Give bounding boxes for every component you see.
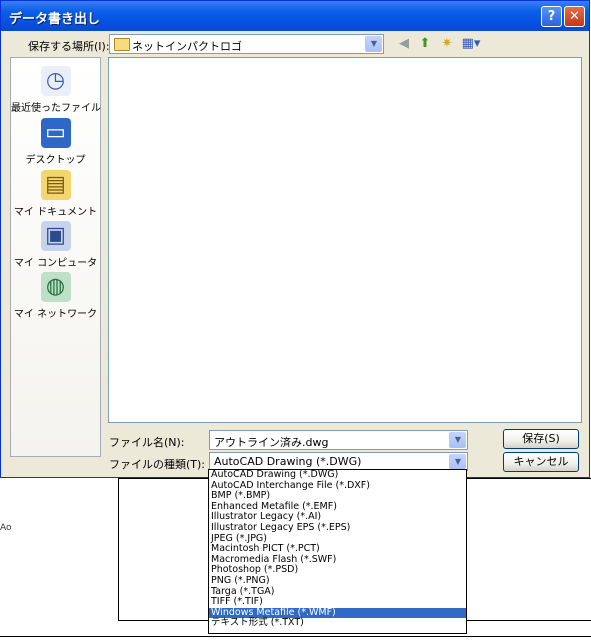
close-button[interactable]: ✕ <box>564 6 585 27</box>
filetype-option[interactable]: Illustrator Legacy EPS (*.EPS) <box>209 522 466 534</box>
save-button[interactable]: 保存(S) <box>503 429 579 449</box>
recent-files-icon: ◷ <box>40 66 71 96</box>
file-list[interactable] <box>108 57 582 423</box>
desktop-icon: ▭ <box>40 118 71 148</box>
filetype-dropdown-list[interactable]: AutoCAD Drawing (*.DWG) AutoCAD Intercha… <box>208 469 467 634</box>
chevron-down-icon[interactable]: ▼ <box>365 36 382 52</box>
places-bar: ◷ 最近使ったファイル ▭ デスクトップ ▤ マイ ドキュメント ▣ マイ コン… <box>10 57 101 457</box>
filename-field[interactable]: アウトライン済み.dwg ▼ <box>209 430 468 450</box>
location-combo[interactable]: ネットインパクトロゴ ▼ <box>109 34 384 54</box>
place-label: マイ コンピュータ <box>13 258 98 269</box>
up-folder-icon[interactable]: ⬆ <box>416 35 434 53</box>
filetype-option[interactable]: PNG (*.PNG) <box>209 575 466 587</box>
place-my-computer[interactable]: ▣ マイ コンピュータ <box>11 221 100 269</box>
chevron-down-icon[interactable]: ▼ <box>449 432 466 448</box>
location-value: ネットインパクトロゴ <box>132 40 242 53</box>
place-my-documents[interactable]: ▤ マイ ドキュメント <box>11 170 100 218</box>
my-documents-icon: ▤ <box>40 170 71 200</box>
filetype-label: ファイルの種類(T): <box>109 458 206 471</box>
dialog-title: データ書き出し <box>9 12 101 27</box>
background-frame-left <box>118 478 119 620</box>
my-computer-icon: ▣ <box>40 221 71 251</box>
filetype-option[interactable]: AutoCAD Drawing (*.DWG) <box>209 470 466 481</box>
place-desktop[interactable]: ▭ デスクトップ <box>11 118 100 166</box>
folder-icon <box>114 38 130 51</box>
place-label: デスクトップ <box>25 155 86 166</box>
export-dialog: データ書き出し ? ✕ 保存する場所(I): ネットインパクトロゴ ▼ ◀ ⬆ … <box>0 0 590 478</box>
new-folder-icon[interactable]: ✷ <box>438 35 456 53</box>
view-menu-icon[interactable]: ▦▾ <box>460 35 482 53</box>
place-recent[interactable]: ◷ 最近使ったファイル <box>11 66 101 114</box>
filename-label: ファイル名(N): <box>109 436 185 449</box>
help-button[interactable]: ? <box>541 6 562 27</box>
my-network-icon: ◍ <box>40 272 71 302</box>
title-bar[interactable]: データ書き出し ? ✕ <box>1 1 589 31</box>
back-icon[interactable]: ◀ <box>395 35 413 53</box>
background-edge-text: Ao <box>0 523 12 533</box>
filename-value: アウトライン済み.dwg <box>214 436 329 449</box>
filetype-value: AutoCAD Drawing (*.DWG) <box>214 455 362 468</box>
location-label: 保存する場所(I): <box>28 40 110 53</box>
cancel-button[interactable]: キャンセル <box>503 452 579 472</box>
filetype-option[interactable]: テキスト形式 (*.TXT) <box>209 618 466 629</box>
place-label: マイ ドキュメント <box>13 207 98 218</box>
chevron-down-icon[interactable]: ▼ <box>449 454 466 469</box>
place-label: マイ ネットワーク <box>13 309 98 320</box>
place-label: 最近使ったファイル <box>11 103 101 114</box>
background-rule <box>0 636 591 637</box>
place-my-network[interactable]: ◍ マイ ネットワーク <box>11 272 100 320</box>
